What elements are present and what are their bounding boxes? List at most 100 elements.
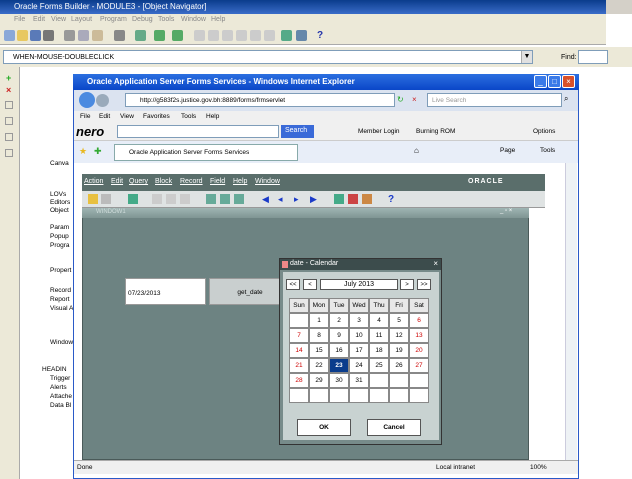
- forms-menu-query[interactable]: Query: [129, 178, 148, 185]
- cut-icon[interactable]: [152, 194, 162, 204]
- calendar-day[interactable]: 8: [309, 328, 329, 343]
- tree-node[interactable]: LOVs: [50, 191, 66, 198]
- previous-record-icon[interactable]: ◂: [278, 194, 288, 204]
- options-button[interactable]: Options: [533, 128, 555, 135]
- refresh-icon[interactable]: ↻: [397, 95, 407, 105]
- calendar-day[interactable]: 25: [369, 358, 389, 373]
- calendar-day[interactable]: 27: [409, 358, 429, 373]
- print-icon[interactable]: [101, 194, 111, 204]
- browser-menu-edit[interactable]: Edit: [99, 113, 110, 120]
- calendar-day[interactable]: 18: [369, 343, 389, 358]
- forms-menu-field[interactable]: Field: [210, 178, 225, 185]
- tools-menu[interactable]: Tools: [540, 147, 555, 154]
- calendar-day[interactable]: 12: [389, 328, 409, 343]
- paste-icon[interactable]: [92, 30, 103, 41]
- step-out-icon[interactable]: [236, 30, 247, 41]
- calendar-day[interactable]: 15: [309, 343, 329, 358]
- builder-menu-debug[interactable]: Debug: [132, 16, 153, 23]
- calendar-day[interactable]: 11: [369, 328, 389, 343]
- layout-icon[interactable]: [281, 30, 292, 41]
- builder-menu-edit[interactable]: Edit: [33, 16, 45, 23]
- favorites-star-icon[interactable]: ★: [79, 146, 87, 157]
- tree-node[interactable]: Object: [50, 207, 69, 214]
- prev-year-button[interactable]: <<: [286, 279, 300, 290]
- calendar-day[interactable]: 29: [309, 373, 329, 388]
- forms-menu-help[interactable]: Help: [233, 178, 247, 185]
- tree-node[interactable]: Record: [50, 287, 71, 294]
- calendar-day[interactable]: 26: [389, 358, 409, 373]
- builder-menu-tools[interactable]: Tools: [158, 16, 174, 23]
- calendar-day[interactable]: 10: [349, 328, 369, 343]
- nero-search-button[interactable]: Search: [281, 125, 314, 138]
- tree-node[interactable]: Propert: [50, 267, 71, 274]
- help-icon[interactable]: ?: [388, 194, 398, 205]
- builder-menu-help[interactable]: Help: [211, 16, 225, 23]
- find-input[interactable]: [578, 50, 608, 64]
- calendar-day[interactable]: 5: [389, 313, 409, 328]
- tree-node[interactable]: Alerts: [50, 384, 67, 391]
- copy-icon[interactable]: [166, 194, 176, 204]
- browser-menu-favorites[interactable]: Favorites: [143, 113, 170, 120]
- burning-rom-link[interactable]: Burning ROM: [416, 128, 455, 135]
- live-search-input[interactable]: Live Search: [427, 93, 562, 107]
- calendar-day[interactable]: 16: [329, 343, 349, 358]
- run-icon[interactable]: [135, 30, 146, 41]
- pause-icon[interactable]: [250, 30, 261, 41]
- tree-node[interactable]: Editors: [50, 199, 70, 206]
- step-over-icon[interactable]: [222, 30, 233, 41]
- search-icon[interactable]: ⌕: [564, 94, 568, 104]
- expand-all-icon[interactable]: [5, 133, 13, 141]
- tree-node[interactable]: Window: [50, 339, 73, 346]
- forms-menu-record[interactable]: Record: [180, 178, 203, 185]
- first-record-icon[interactable]: ◀: [262, 194, 272, 204]
- enter-query-icon[interactable]: [206, 194, 216, 204]
- forms-menu-action[interactable]: Action: [84, 178, 103, 185]
- calendar-day[interactable]: 30: [329, 373, 349, 388]
- calendar-day[interactable]: 19: [389, 343, 409, 358]
- exit-icon[interactable]: [128, 194, 138, 204]
- date-field[interactable]: 07/23/2013: [125, 278, 206, 305]
- tree-node[interactable]: Visual A: [50, 305, 73, 312]
- vertical-scrollbar[interactable]: [565, 163, 577, 460]
- copy-icon[interactable]: [78, 30, 89, 41]
- browser-menu-file[interactable]: File: [80, 113, 90, 120]
- forms-menu-window[interactable]: Window: [255, 178, 280, 185]
- delete-icon[interactable]: ×: [6, 85, 11, 95]
- cut-icon[interactable]: [64, 30, 75, 41]
- builder-menu-file[interactable]: File: [14, 16, 25, 23]
- paste-icon[interactable]: [180, 194, 190, 204]
- browser-tab[interactable]: Oracle Application Server Forms Services: [114, 144, 298, 161]
- debug-icon[interactable]: [154, 30, 165, 41]
- home-icon[interactable]: ⌂: [414, 146, 419, 155]
- address-bar[interactable]: http://g583f2s.justice.gov.bh:8889/forms…: [125, 93, 395, 107]
- builder-menu-window[interactable]: Window: [181, 16, 206, 23]
- stop-icon[interactable]: [264, 30, 275, 41]
- builder-menu-layout[interactable]: Layout: [71, 16, 92, 23]
- cancel-query-icon[interactable]: [234, 194, 244, 204]
- next-year-button[interactable]: >>: [417, 279, 431, 290]
- tree-node[interactable]: Param: [50, 224, 69, 231]
- tree-node[interactable]: Trigger: [50, 375, 70, 382]
- browser-menu-view[interactable]: View: [120, 113, 134, 120]
- maximize-icon[interactable]: □: [548, 75, 561, 88]
- forms-menu-edit[interactable]: Edit: [111, 178, 123, 185]
- step-into-icon[interactable]: [208, 30, 219, 41]
- open-icon[interactable]: [17, 30, 28, 41]
- compile-icon[interactable]: [114, 30, 125, 41]
- builder-menu-view[interactable]: View: [51, 16, 66, 23]
- tree-node[interactable]: Attache: [50, 393, 72, 400]
- calendar-day[interactable]: 22: [309, 358, 329, 373]
- calendar-day[interactable]: 6: [409, 313, 429, 328]
- calendar-day[interactable]: 20: [409, 343, 429, 358]
- save-icon[interactable]: [30, 30, 41, 41]
- tree-node[interactable]: HEADIN: [42, 366, 67, 373]
- calendar-day[interactable]: 28: [289, 373, 309, 388]
- tree-node[interactable]: Report: [50, 296, 70, 303]
- calendar-day[interactable]: 23: [329, 358, 349, 373]
- browser-menu-tools[interactable]: Tools: [181, 113, 196, 120]
- ok-button[interactable]: OK: [297, 419, 351, 436]
- last-record-icon[interactable]: ▶: [310, 194, 320, 204]
- calendar-day[interactable]: 14: [289, 343, 309, 358]
- minimize-icon[interactable]: _: [534, 75, 547, 88]
- add-favorite-icon[interactable]: ✚: [94, 146, 102, 157]
